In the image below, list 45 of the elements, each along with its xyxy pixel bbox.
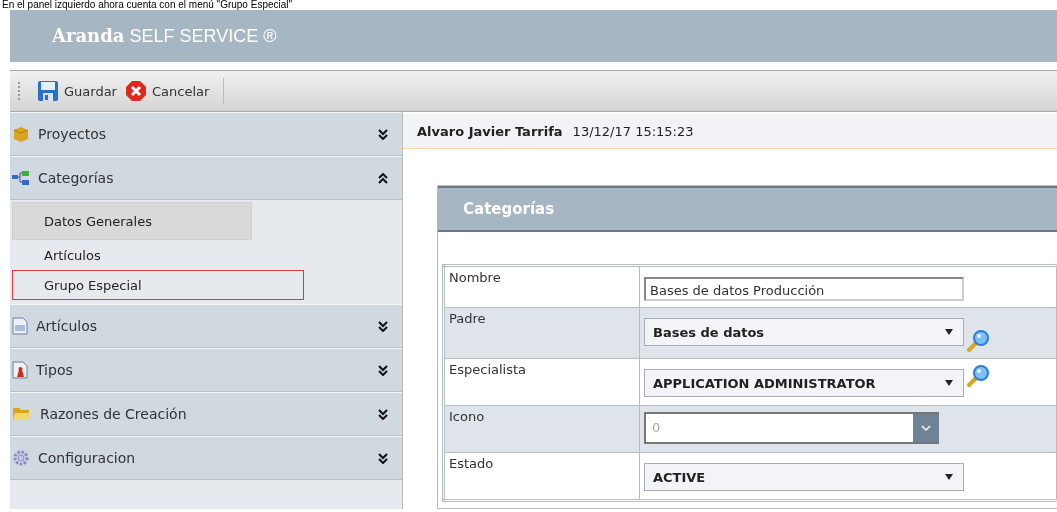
sidebar-item[interactable]: Configuracion bbox=[10, 436, 402, 480]
field-label: Especialista bbox=[443, 358, 640, 406]
box-icon bbox=[12, 125, 30, 143]
sidebar-item[interactable]: Razones de Creación bbox=[10, 392, 402, 436]
chevron-icon bbox=[378, 172, 388, 184]
chevron-icon bbox=[378, 320, 388, 332]
chevron-icon bbox=[378, 452, 388, 464]
sidebar-item[interactable]: Proyectos bbox=[10, 112, 402, 156]
save-button[interactable]: Guardar bbox=[35, 78, 119, 104]
user-name: Alvaro Javier Tarrifa bbox=[417, 123, 563, 139]
chevron-icon bbox=[378, 128, 388, 140]
timestamp: 13/12/17 15:15:23 bbox=[572, 123, 694, 139]
caret-icon bbox=[945, 380, 953, 386]
close-icon bbox=[124, 80, 147, 102]
brand-logo: Aranda SELF SERVICE ® bbox=[52, 25, 277, 47]
caret-icon bbox=[945, 329, 953, 335]
hierarchy-icon bbox=[12, 169, 30, 187]
submenu-item[interactable]: Artículos bbox=[12, 240, 232, 270]
field-label: Icono bbox=[443, 405, 640, 453]
field-label: Nombre bbox=[443, 265, 640, 308]
grip-icon bbox=[18, 81, 21, 101]
dropdown[interactable]: ACTIVE bbox=[644, 463, 964, 491]
search-icon[interactable] bbox=[966, 328, 992, 354]
cancel-button[interactable]: Cancelar bbox=[122, 78, 225, 104]
sidebar-item[interactable]: Artículos bbox=[10, 304, 402, 348]
panel-title: Categorías bbox=[463, 200, 555, 218]
caret-icon bbox=[945, 474, 953, 480]
text-field[interactable]: Bases de datos Producción bbox=[644, 277, 964, 301]
chevron-icon bbox=[921, 424, 931, 432]
submenu-item[interactable]: Grupo Especial bbox=[12, 270, 304, 300]
document-icon bbox=[12, 317, 28, 335]
chevron-icon bbox=[378, 364, 388, 376]
dropdown[interactable]: APPLICATION ADMINISTRATOR bbox=[644, 369, 964, 397]
search-icon[interactable] bbox=[966, 363, 992, 389]
sidebar-item[interactable]: Tipos bbox=[10, 348, 402, 392]
floppy-icon bbox=[37, 80, 59, 102]
folder-icon bbox=[12, 406, 32, 422]
caption-text: En el panel izquierdo ahora cuenta con el menú "Grupo Especial" bbox=[1, 0, 294, 10]
gear-icon bbox=[12, 449, 30, 467]
dropdown[interactable]: Bases de datos bbox=[644, 318, 964, 346]
sidebar-item[interactable]: Categorías bbox=[10, 156, 402, 200]
field-label: Padre bbox=[443, 307, 640, 359]
document-icon bbox=[12, 361, 28, 379]
chevron-icon bbox=[378, 408, 388, 420]
submenu-item[interactable]: Datos Generales bbox=[12, 202, 252, 240]
